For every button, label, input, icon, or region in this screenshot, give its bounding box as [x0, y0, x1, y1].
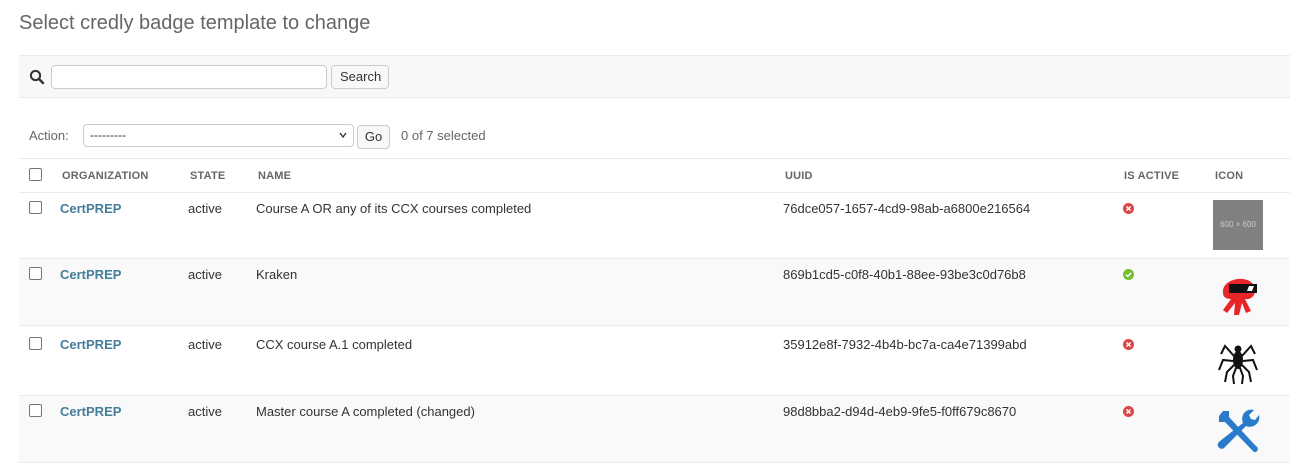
column-header-name[interactable]: NAME [258, 170, 291, 182]
uuid-cell: 869b1cd5-c0f8-40b1-88ee-93be3c0d76b8 [783, 267, 1026, 282]
placeholder-image-label: 600 × 600 [1213, 200, 1263, 250]
column-header-state[interactable]: STATE [190, 170, 225, 182]
organization-link[interactable]: CertPREP [60, 404, 121, 420]
active-icon [1123, 269, 1134, 280]
name-cell: Kraken [256, 267, 298, 282]
row-checkbox[interactable] [29, 337, 42, 350]
action-select[interactable]: --------- [83, 124, 354, 147]
admin-changelist-page: Select credly badge template to change S… [0, 0, 1306, 470]
column-header-organization[interactable]: ORGANIZATION [62, 170, 149, 182]
uuid-cell: 76dce057-1657-4cd9-98ab-a6800e216564 [783, 201, 1031, 216]
select-all-checkbox[interactable] [29, 168, 42, 181]
actions-bar: Action: --------- Go 0 of 7 selected [19, 122, 1290, 150]
search-input[interactable] [51, 65, 327, 89]
inactive-icon [1123, 339, 1134, 350]
results-table: ORGANIZATION STATE NAME UUID IS ACTIVE I… [19, 158, 1290, 463]
row-checkbox[interactable] [29, 404, 42, 417]
name-cell: Course A OR any of its CCX courses compl… [256, 201, 532, 216]
state-cell: active [188, 201, 222, 216]
organization-link[interactable]: CertPREP [60, 201, 121, 217]
action-select-value: --------- [90, 128, 126, 142]
action-label: Action: [29, 128, 69, 143]
state-cell: active [188, 267, 222, 282]
placeholder-image: 600 × 600 [1213, 200, 1263, 250]
name-cell: Master course A completed (changed) [256, 404, 475, 419]
organization-link[interactable]: CertPREP [60, 267, 121, 283]
inactive-icon [1123, 203, 1134, 214]
row-checkbox[interactable] [29, 201, 42, 214]
selected-count: 0 of 7 selected [401, 128, 486, 143]
uuid-cell: 98d8bba2-d94d-4eb9-9fe5-f0ff679c8670 [783, 404, 1017, 419]
state-cell: active [188, 337, 222, 352]
state-cell: active [188, 404, 222, 419]
table-row: CertPREP active Master course A complete… [19, 396, 1290, 463]
table-row: CertPREP active Kraken 869b1cd5-c0f8-40b… [19, 259, 1290, 326]
tools-icon [1217, 409, 1260, 453]
organization-link[interactable]: CertPREP [60, 337, 121, 353]
kraken-icon [1222, 278, 1257, 315]
search-button[interactable]: Search [331, 65, 389, 89]
column-header-icon: ICON [1215, 170, 1244, 182]
table-row: CertPREP active Course A OR any of its C… [19, 193, 1290, 259]
column-header-uuid[interactable]: UUID [785, 170, 813, 182]
name-cell: CCX course A.1 completed [256, 337, 413, 352]
search-icon [29, 69, 45, 85]
inactive-icon [1123, 406, 1134, 417]
table-row: CertPREP active CCX course A.1 completed… [19, 326, 1290, 396]
uuid-cell: 35912e8f-7932-4b4b-bc7a-ca4e71399abd [783, 337, 1027, 352]
page-title: Select credly badge template to change [19, 12, 371, 34]
spider-icon [1218, 344, 1258, 385]
go-button[interactable]: Go [357, 125, 390, 149]
column-header-is-active[interactable]: IS ACTIVE [1124, 170, 1179, 182]
row-checkbox[interactable] [29, 267, 42, 280]
chevron-down-icon [339, 132, 347, 139]
search-toolbar: Search [19, 55, 1290, 98]
table-header: ORGANIZATION STATE NAME UUID IS ACTIVE I… [19, 159, 1290, 193]
